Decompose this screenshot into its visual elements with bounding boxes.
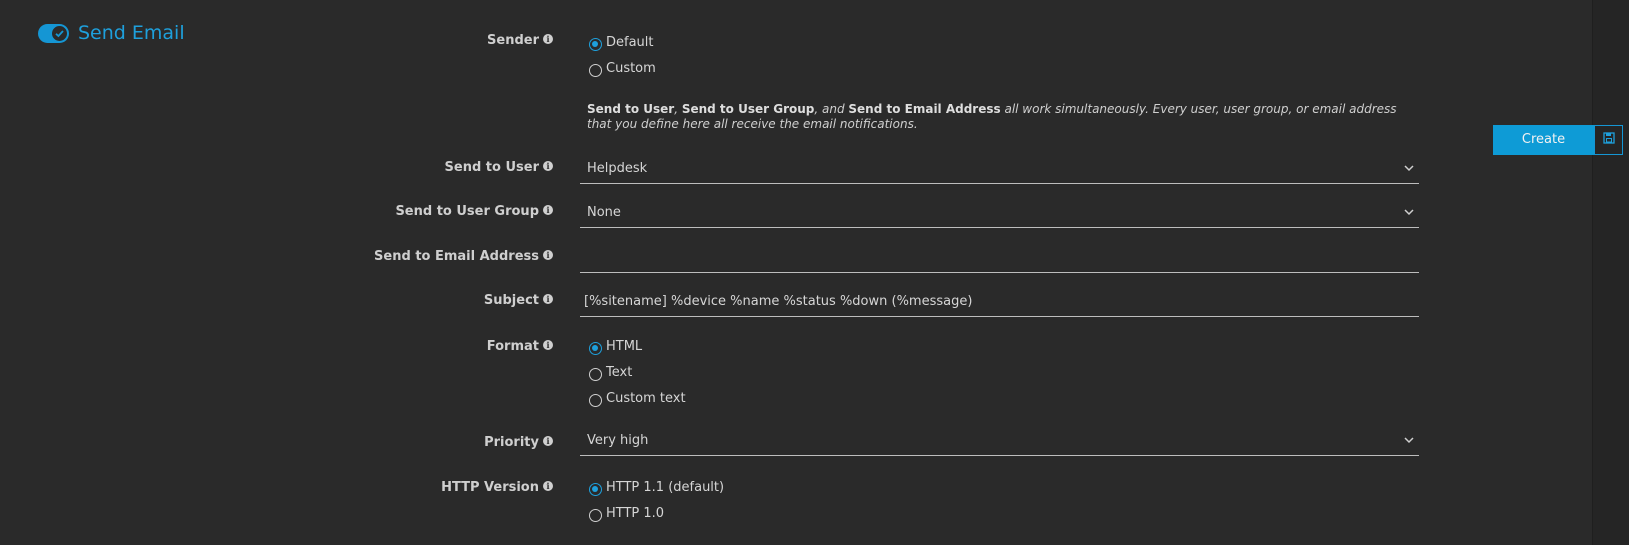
subject-label: Subject i <box>484 293 553 308</box>
note-text-2: , and <box>814 102 849 116</box>
radio-label: Default <box>606 34 654 50</box>
radio-label: HTML <box>606 338 643 354</box>
info-icon[interactable]: i <box>543 250 553 260</box>
subject-input[interactable]: [%sitename] %device %name %status %down … <box>580 289 1419 317</box>
send-to-user-group-label: Send to User Group i <box>395 204 553 219</box>
radio-unselected-icon[interactable] <box>589 63 602 77</box>
http-version-label-text: HTTP Version <box>441 480 539 495</box>
radio-label: Custom text <box>606 390 686 406</box>
radio-label: HTTP 1.0 <box>606 505 665 521</box>
info-icon[interactable]: i <box>543 340 553 350</box>
send-to-user-label-text: Send to User <box>444 160 539 175</box>
info-icon[interactable]: i <box>543 294 553 304</box>
sender-option-custom[interactable]: Custom <box>589 55 656 81</box>
format-option-html[interactable]: HTML <box>589 333 686 359</box>
sender-radio-group: Default Custom <box>589 29 656 81</box>
format-option-text[interactable]: Text <box>589 359 686 385</box>
radio-unselected-icon[interactable] <box>589 508 602 522</box>
radio-selected-icon[interactable] <box>589 341 602 355</box>
sender-option-default[interactable]: Default <box>589 29 656 55</box>
right-side-panel <box>1592 0 1629 545</box>
section-title: Send Email <box>78 22 185 44</box>
subject-value: [%sitename] %device %name %status %down … <box>584 294 973 309</box>
check-icon <box>52 25 67 41</box>
http-version-option-1-1[interactable]: HTTP 1.1 (default) <box>589 474 724 500</box>
format-radio-group: HTML Text Custom text <box>589 333 686 411</box>
create-button[interactable]: Create <box>1493 125 1594 155</box>
radio-selected-icon[interactable] <box>589 482 602 496</box>
info-icon[interactable]: i <box>543 161 553 171</box>
format-label-text: Format <box>486 339 539 354</box>
http-version-label: HTTP Version i <box>441 480 553 495</box>
info-icon[interactable]: i <box>543 205 553 215</box>
send-email-toggle[interactable] <box>38 23 69 43</box>
save-button[interactable] <box>1594 125 1623 155</box>
info-icon[interactable]: i <box>543 34 553 44</box>
priority-label: Priority i <box>484 435 553 450</box>
radio-label: HTTP 1.1 (default) <box>606 479 725 495</box>
info-icon[interactable]: i <box>543 481 553 491</box>
send-to-user-group-select[interactable]: None <box>580 200 1419 228</box>
note-bold-2: Send to User Group <box>681 102 815 116</box>
note-bold-3: Send to Email Address <box>848 102 1001 116</box>
radio-unselected-icon[interactable] <box>589 367 602 381</box>
send-to-email-label: Send to Email Address i <box>374 249 553 264</box>
sender-label-text: Sender <box>487 33 539 48</box>
subject-label-text: Subject <box>483 293 539 308</box>
priority-select[interactable]: Very high <box>580 428 1419 456</box>
radio-selected-icon[interactable] <box>589 37 602 51</box>
send-email-toggle-container[interactable]: Send Email <box>38 22 185 44</box>
chevron-down-icon[interactable] <box>1403 162 1415 178</box>
send-to-user-group-value: None <box>587 205 621 220</box>
sender-label: Sender i <box>487 33 553 48</box>
format-label: Format i <box>487 339 553 354</box>
info-icon[interactable]: i <box>543 436 553 446</box>
radio-unselected-icon[interactable] <box>589 393 602 407</box>
http-version-radio-group: HTTP 1.1 (default) HTTP 1.0 <box>589 474 724 526</box>
send-to-user-group-label-text: Send to User Group <box>395 204 539 219</box>
send-to-user-label: Send to User i <box>445 160 553 175</box>
recipients-note: Send to User, Send to User Group, and Se… <box>587 102 1407 132</box>
radio-label: Custom <box>606 60 656 76</box>
send-to-email-label-text: Send to Email Address <box>374 249 539 264</box>
chevron-down-icon[interactable] <box>1403 434 1415 450</box>
note-bold-1: Send to User <box>587 102 675 116</box>
priority-value: Very high <box>587 433 649 448</box>
radio-label: Text <box>606 364 633 380</box>
format-option-custom-text[interactable]: Custom text <box>589 385 686 411</box>
note-text-1: , <box>674 102 682 116</box>
chevron-down-icon[interactable] <box>1403 206 1415 222</box>
send-to-user-select[interactable]: Helpdesk <box>580 156 1419 184</box>
send-to-user-value: Helpdesk <box>587 161 648 176</box>
floppy-disk-icon <box>1602 132 1615 148</box>
send-to-email-input[interactable] <box>580 245 1419 273</box>
priority-label-text: Priority <box>484 435 539 450</box>
http-version-option-1-0[interactable]: HTTP 1.0 <box>589 500 724 526</box>
